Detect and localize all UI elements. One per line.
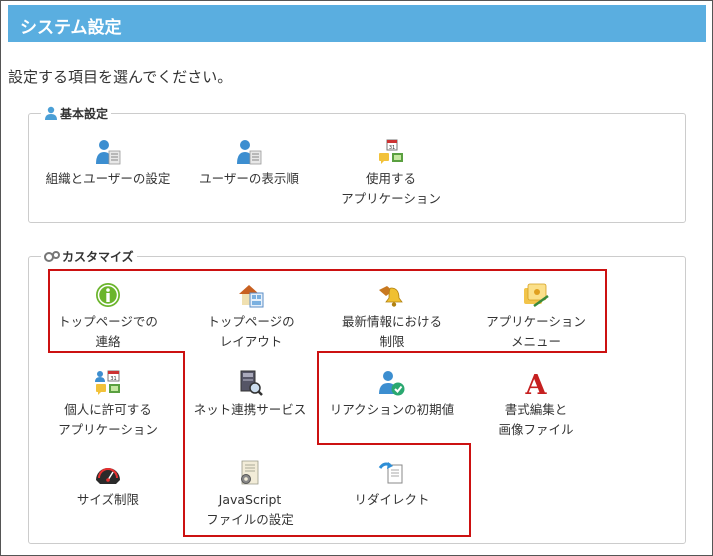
user-list-icon [95,139,121,165]
redirect-icon [378,460,406,486]
reaction-default-link[interactable]: リアクションの初期値 [324,370,460,420]
org-user-settings-label: 組織とユーザーの設定 [45,171,171,186]
customize-legend: カスタマイズ [41,248,137,264]
latest-info-restriction-link[interactable]: 最新情報における 制限 [330,282,454,352]
personal-apps-icon: 31 [95,370,121,396]
script-file-icon [237,460,263,486]
user-display-order-link[interactable]: ユーザーの表示順 [184,139,314,189]
used-applications-label: 使用する アプリケーション [341,171,441,206]
redirect-label: リダイレクト [354,492,430,507]
net-service-label: ネット連携サービス [193,402,307,417]
house-layout-icon [237,282,265,308]
javascript-file-label: JavaScript ファイルの設定 [206,492,294,527]
format-a-icon: A [524,370,548,396]
app-menu-icon [522,282,550,308]
svg-text:31: 31 [110,376,116,382]
javascript-file-link[interactable]: JavaScript ファイルの設定 [186,460,314,530]
reaction-default-label: リアクションの初期値 [329,402,455,417]
page-title: システム設定 [20,18,122,38]
net-service-icon [237,370,263,396]
redirect-link[interactable]: リダイレクト [330,460,454,510]
personal-applications-label: 個人に許可する アプリケーション [58,402,158,437]
top-page-layout-link[interactable]: トップページの レイアウト [186,282,316,352]
net-service-link[interactable]: ネット連携サービス [188,370,312,420]
page-header: システム設定 [8,5,706,42]
application-menu-label: アプリケーション メニュー [486,314,586,349]
latest-info-restriction-label: 最新情報における 制限 [341,314,442,349]
info-icon [95,282,121,308]
reaction-icon [378,370,406,396]
application-menu-link[interactable]: アプリケーション メニュー [474,282,598,352]
org-user-settings-link[interactable]: 組織とユーザーの設定 [40,139,176,189]
top-page-notice-link[interactable]: トップページでの 連絡 [46,282,170,352]
format-image-label: 書式編集と 画像ファイル [498,402,574,437]
basic-settings-title: 基本設定 [60,106,109,121]
size-limit-link[interactable]: サイズ制限 [46,460,170,510]
personal-applications-link[interactable]: 31 個人に許可する アプリケーション [46,370,170,440]
intro-text: 設定する項目を選んでください。 [8,68,233,86]
bell-restriction-icon [377,282,407,308]
basic-settings-legend: 基本設定 [41,105,112,121]
gears-icon [44,249,60,263]
applications-icon: 31 [378,139,404,165]
gauge-icon [94,464,122,486]
top-page-layout-label: トップページの レイアウト [207,314,295,349]
svg-text:31: 31 [389,145,395,151]
size-limit-label: サイズ制限 [76,492,140,507]
top-page-notice-label: トップページでの 連絡 [58,314,158,349]
customize-title: カスタマイズ [62,249,134,264]
user-display-order-label: ユーザーの表示順 [199,171,299,186]
user-order-icon [236,139,262,165]
format-image-link[interactable]: A 書式編集と 画像ファイル [474,370,598,440]
person-icon [44,106,58,120]
used-applications-link[interactable]: 31 使用する アプリケーション [326,139,456,209]
svg-text:A: A [525,370,548,396]
